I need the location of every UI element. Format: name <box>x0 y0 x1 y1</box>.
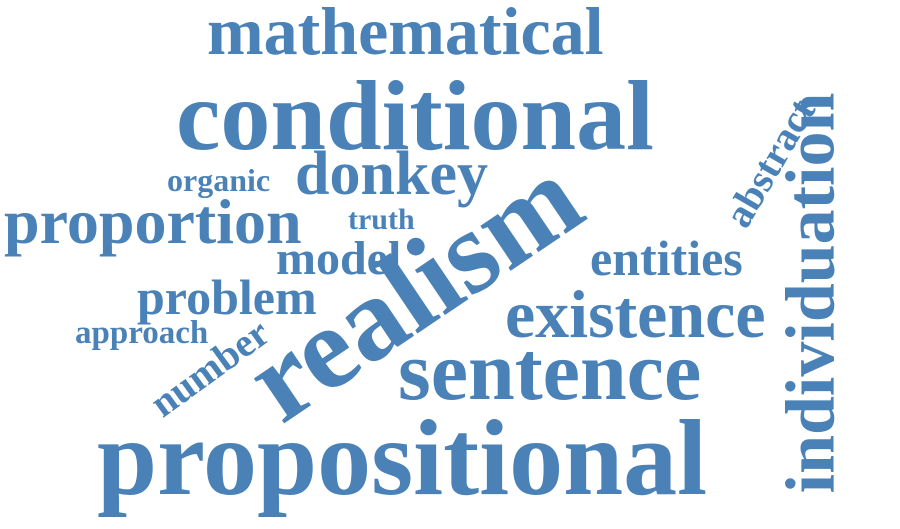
word-cloud: mathematical conditional organic donkey … <box>0 0 900 529</box>
word-propositional: propositional <box>97 399 708 518</box>
word-proportion: proportion <box>4 186 302 257</box>
word-approach: approach <box>75 315 209 351</box>
word-individuation: individuation <box>772 92 850 494</box>
word-mathematical: mathematical <box>207 0 604 69</box>
